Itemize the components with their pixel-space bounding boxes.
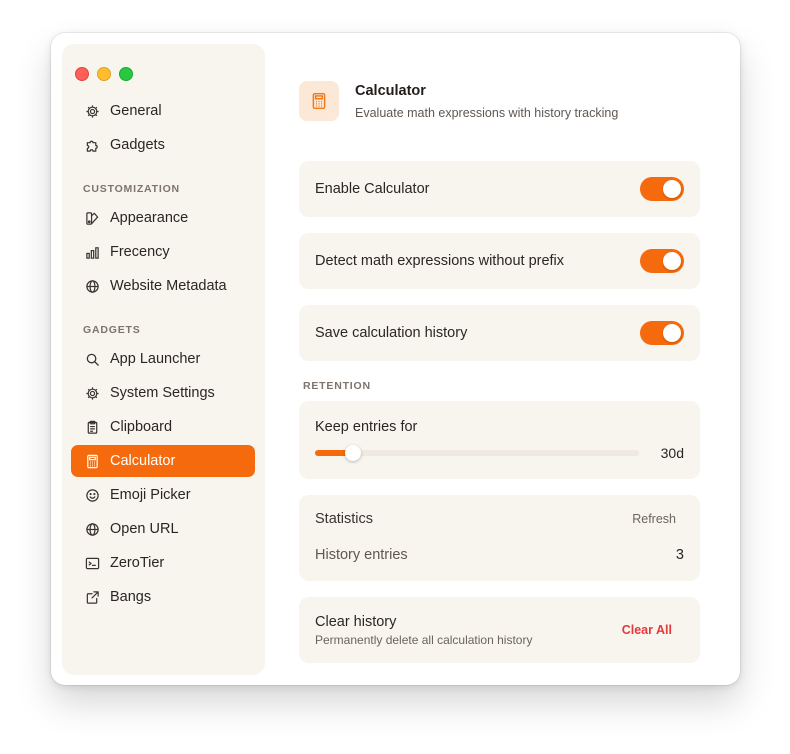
gadgets-section-label: GADGETS (83, 324, 141, 336)
bar-chart-icon (84, 244, 100, 260)
sidebar-item-gadgets[interactable]: Gadgets (71, 129, 255, 161)
detect-math-label: Detect math expressions without prefix (315, 253, 565, 269)
sidebar-item-general[interactable]: General (71, 95, 255, 127)
refresh-button[interactable]: Refresh (632, 512, 676, 526)
palette-icon (84, 210, 100, 226)
keep-entries-label: Keep entries for (315, 419, 418, 435)
sidebar-item-label: System Settings (110, 385, 215, 401)
sidebar-item-label: Emoji Picker (110, 487, 191, 503)
detect-math-toggle[interactable] (640, 249, 684, 273)
clear-history-title: Clear history (315, 614, 397, 630)
page-subtitle: Evaluate math expressions with history t… (355, 106, 619, 120)
smiley-icon (84, 487, 100, 503)
clear-history-card: Clear history Permanently delete all cal… (299, 597, 700, 663)
main-panel: Calculator Evaluate math expressions wit… (299, 33, 740, 685)
gear-icon (84, 103, 100, 119)
sidebar-item-label: General (110, 103, 162, 119)
terminal-icon (84, 555, 100, 571)
toggle-knob (663, 252, 681, 270)
sidebar-item-emoji-picker[interactable]: Emoji Picker (71, 479, 255, 511)
sidebar-item-label: ZeroTier (110, 555, 165, 571)
calculator-icon (299, 81, 339, 121)
globe-icon (84, 521, 100, 537)
gear-icon (84, 385, 100, 401)
sidebar-item-frecency[interactable]: Frecency (71, 236, 255, 268)
window-controls (75, 67, 133, 81)
statistics-card: Statistics Refresh History entries 3 (299, 495, 700, 581)
sidebar-item-bangs[interactable]: Bangs (71, 581, 255, 613)
sidebar-item-label: Open URL (110, 521, 179, 537)
save-history-row: Save calculation history (299, 305, 700, 361)
customization-section-label: CUSTOMIZATION (83, 183, 180, 195)
sidebar-item-appearance[interactable]: Appearance (71, 202, 255, 234)
detect-math-row: Detect math expressions without prefix (299, 233, 700, 289)
calculator-icon (84, 453, 100, 469)
sidebar-item-label: Calculator (110, 453, 176, 469)
history-entries-value: 3 (675, 547, 684, 563)
close-window-button[interactable] (75, 67, 89, 81)
sidebar-item-label: Bangs (110, 589, 152, 605)
external-link-icon (84, 589, 100, 605)
retention-section-label: RETENTION (303, 380, 371, 392)
sidebar-item-website-metadata[interactable]: Website Metadata (71, 270, 255, 302)
puzzle-icon (84, 137, 100, 153)
clipboard-icon (84, 419, 100, 435)
enable-calculator-row: Enable Calculator (299, 161, 700, 217)
statistics-title: Statistics (315, 511, 374, 527)
zoom-window-button[interactable] (119, 67, 133, 81)
sidebar-item-label: App Launcher (110, 351, 201, 367)
toggle-knob (663, 180, 681, 198)
history-entries-label: History entries (315, 547, 408, 563)
sidebar-item-zerotier[interactable]: ZeroTier (71, 547, 255, 579)
clear-history-subtitle: Permanently delete all calculation histo… (315, 633, 533, 647)
sidebar-item-open-url[interactable]: Open URL (71, 513, 255, 545)
sidebar-item-label: Website Metadata (110, 278, 227, 294)
enable-calculator-label: Enable Calculator (315, 181, 430, 197)
sidebar-item-label: Clipboard (110, 419, 173, 435)
page-title: Calculator (355, 83, 426, 99)
sidebar-item-system-settings[interactable]: System Settings (71, 377, 255, 409)
retention-slider[interactable] (315, 445, 639, 461)
clear-all-button[interactable]: Clear All (622, 623, 672, 637)
minimize-window-button[interactable] (97, 67, 111, 81)
sidebar: General Gadgets CUSTOMIZATION Appearance… (62, 44, 265, 675)
sidebar-item-label: Appearance (110, 210, 189, 226)
sidebar-item-label: Frecency (110, 244, 170, 260)
save-history-label: Save calculation history (315, 325, 468, 341)
sidebar-item-calculator[interactable]: Calculator (71, 445, 255, 477)
enable-calculator-toggle[interactable] (640, 177, 684, 201)
globe-icon (84, 278, 100, 294)
retention-value: 30d (660, 445, 684, 461)
sidebar-item-clipboard[interactable]: Clipboard (71, 411, 255, 443)
sidebar-item-app-launcher[interactable]: App Launcher (71, 343, 255, 375)
settings-window: General Gadgets CUSTOMIZATION Appearance… (51, 33, 740, 685)
sidebar-item-label: Gadgets (110, 137, 165, 153)
slider-thumb[interactable] (345, 445, 361, 461)
toggle-knob (663, 324, 681, 342)
save-history-toggle[interactable] (640, 321, 684, 345)
search-icon (84, 351, 100, 367)
retention-card: Keep entries for 30d (299, 401, 700, 479)
